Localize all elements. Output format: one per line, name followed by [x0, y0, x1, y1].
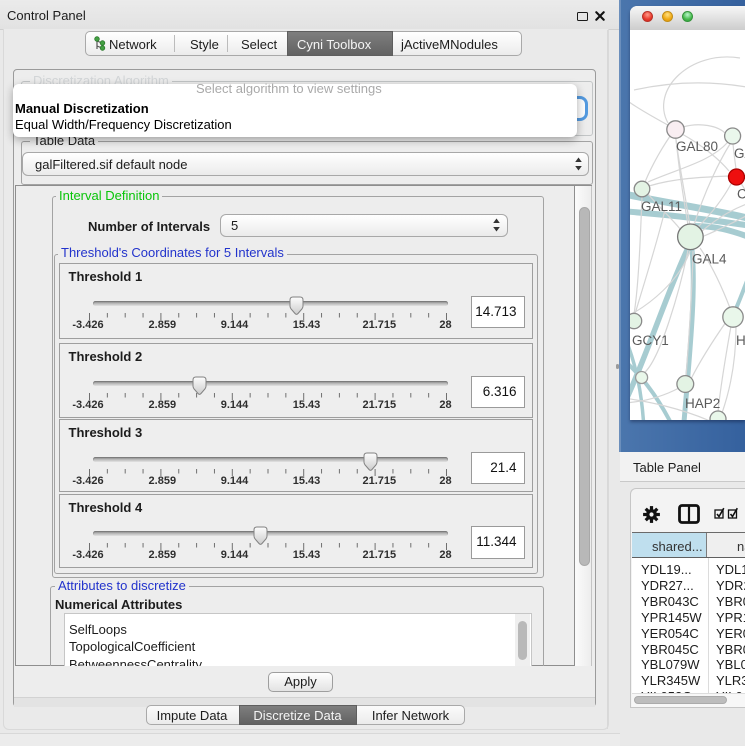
svg-text:H: H: [736, 333, 745, 348]
svg-text:GCY1: GCY1: [632, 333, 669, 348]
svg-text:C: C: [737, 187, 745, 202]
svg-text:HAP2: HAP2: [685, 396, 720, 411]
svg-text:GAL11: GAL11: [641, 199, 682, 214]
svg-text:GAL80: GAL80: [676, 139, 718, 154]
svg-text:GA: GA: [734, 146, 745, 161]
svg-text:GAL4: GAL4: [692, 252, 727, 267]
